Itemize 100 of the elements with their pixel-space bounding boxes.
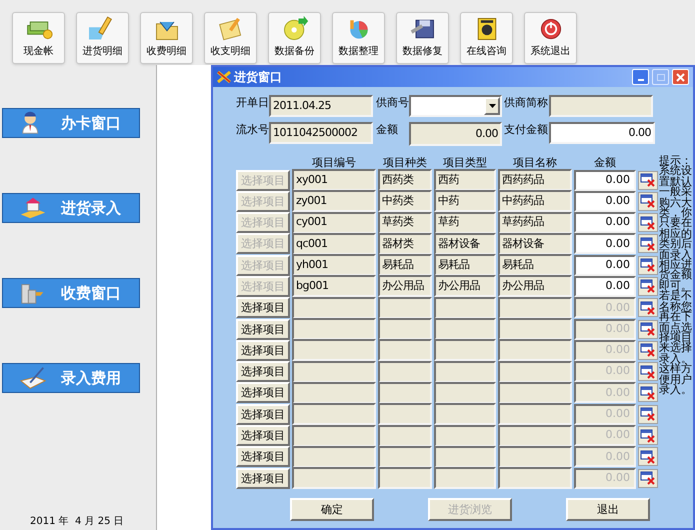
- button[interactable]: 选择项目: [236, 318, 290, 340]
- delete-button[interactable]: [638, 383, 658, 402]
- minimize-button[interactable]: [632, 69, 649, 85]
- toolbar-button[interactable]: 数据修复: [396, 12, 449, 64]
- amount-field[interactable]: 0.00: [574, 190, 636, 212]
- supplier-name-field[interactable]: [549, 95, 653, 117]
- type-field[interactable]: 西药: [434, 169, 496, 191]
- name-field[interactable]: 西药药品: [498, 169, 572, 191]
- toolbar-button[interactable]: 收支明细: [204, 12, 257, 64]
- button[interactable]: 选择项目: [236, 340, 290, 361]
- type-field[interactable]: 易耗品: [434, 254, 496, 276]
- type-field[interactable]: [434, 403, 496, 426]
- name-field[interactable]: [498, 424, 572, 447]
- toolbar-button[interactable]: 在线咨询: [460, 12, 513, 64]
- amount-field[interactable]: 0.00: [409, 122, 502, 146]
- amount-field[interactable]: 0.00: [574, 254, 636, 276]
- name-field[interactable]: 草药药品: [498, 212, 572, 234]
- code-field[interactable]: cy001: [292, 212, 376, 234]
- button[interactable]: 选择项目: [236, 382, 290, 404]
- code-field[interactable]: yh001: [292, 254, 376, 276]
- type-field[interactable]: 草药: [434, 212, 496, 234]
- button[interactable]: 选择项目: [236, 361, 290, 382]
- code-field[interactable]: [292, 446, 376, 468]
- category-field[interactable]: [378, 424, 432, 447]
- amount-field[interactable]: 0.00: [574, 212, 636, 234]
- name-field[interactable]: 易耗品: [498, 254, 572, 276]
- button[interactable]: 选择项目: [236, 297, 290, 318]
- code-field[interactable]: [292, 382, 376, 404]
- code-field[interactable]: [292, 467, 376, 490]
- delete-button[interactable]: [638, 192, 658, 211]
- name-field[interactable]: [498, 318, 572, 340]
- serial-field[interactable]: 1011042500002: [269, 122, 373, 144]
- category-field[interactable]: 器材类: [378, 232, 432, 255]
- name-field[interactable]: [498, 467, 572, 490]
- type-field[interactable]: [434, 339, 496, 362]
- delete-button[interactable]: [638, 170, 658, 190]
- name-field[interactable]: [498, 296, 572, 319]
- delete-button[interactable]: [638, 298, 658, 318]
- code-field[interactable]: [292, 424, 376, 447]
- category-field[interactable]: 西药类: [378, 169, 432, 191]
- delete-button[interactable]: [638, 426, 658, 446]
- type-field[interactable]: [434, 446, 496, 468]
- name-field[interactable]: [498, 403, 572, 426]
- amount-field[interactable]: 0.00: [574, 170, 636, 190]
- type-field[interactable]: [434, 467, 496, 490]
- type-field[interactable]: [434, 424, 496, 447]
- delete-button[interactable]: [638, 404, 658, 424]
- close-button[interactable]: [672, 69, 689, 85]
- code-field[interactable]: zy001: [292, 190, 376, 212]
- amount-field[interactable]: 0.00: [574, 233, 636, 254]
- supplier-dropdown[interactable]: [409, 95, 502, 117]
- name-field[interactable]: 器材设备: [498, 232, 572, 255]
- name-field[interactable]: [498, 446, 572, 468]
- category-field[interactable]: [378, 403, 432, 426]
- delete-button[interactable]: [638, 447, 658, 466]
- category-field[interactable]: [378, 467, 432, 490]
- type-field[interactable]: [434, 296, 496, 319]
- category-field[interactable]: 中药类: [378, 190, 432, 212]
- category-field[interactable]: [378, 382, 432, 404]
- toolbar-button[interactable]: 系统退出: [524, 12, 577, 64]
- code-field[interactable]: [292, 339, 376, 362]
- code-field[interactable]: [292, 403, 376, 426]
- category-field[interactable]: [378, 296, 432, 319]
- type-field[interactable]: [434, 382, 496, 404]
- toolbar-button[interactable]: 现金帐: [12, 12, 65, 64]
- toolbar-button[interactable]: 收费明细: [140, 12, 193, 64]
- toolbar-button[interactable]: 数据整理: [332, 12, 385, 64]
- delete-button[interactable]: [638, 276, 658, 296]
- name-field[interactable]: [498, 360, 572, 383]
- delete-button[interactable]: [638, 256, 658, 275]
- delete-button[interactable]: [638, 340, 658, 360]
- type-field[interactable]: 中药: [434, 190, 496, 212]
- type-field[interactable]: [434, 318, 496, 340]
- button[interactable]: 选择项目: [236, 425, 290, 446]
- toolbar-button[interactable]: 数据备份: [268, 12, 321, 64]
- dialog-button[interactable]: 退出: [566, 498, 650, 522]
- category-field[interactable]: [378, 339, 432, 362]
- code-field[interactable]: xy001: [292, 169, 376, 191]
- category-field[interactable]: 草药类: [378, 212, 432, 234]
- delete-button[interactable]: [638, 213, 658, 232]
- name-field[interactable]: 中药药品: [498, 190, 572, 212]
- code-field[interactable]: qc001: [292, 232, 376, 255]
- type-field[interactable]: 器材设备: [434, 232, 496, 255]
- category-field[interactable]: 办公用品: [378, 275, 432, 298]
- type-field[interactable]: [434, 360, 496, 383]
- code-field[interactable]: [292, 318, 376, 340]
- paid-field[interactable]: 0.00: [549, 122, 655, 144]
- button[interactable]: 选择项目: [236, 446, 290, 468]
- dialog-button[interactable]: 确定: [290, 498, 374, 522]
- toolbar-button[interactable]: 进货明细: [76, 12, 129, 64]
- code-field[interactable]: [292, 296, 376, 319]
- type-field[interactable]: 办公用品: [434, 275, 496, 298]
- delete-button[interactable]: [638, 362, 658, 382]
- delete-button[interactable]: [638, 468, 658, 488]
- name-field[interactable]: 办公用品: [498, 275, 572, 298]
- button[interactable]: 选择项目: [236, 404, 290, 425]
- code-field[interactable]: [292, 360, 376, 383]
- category-field[interactable]: [378, 360, 432, 383]
- category-field[interactable]: [378, 446, 432, 468]
- category-field[interactable]: 易耗品: [378, 254, 432, 276]
